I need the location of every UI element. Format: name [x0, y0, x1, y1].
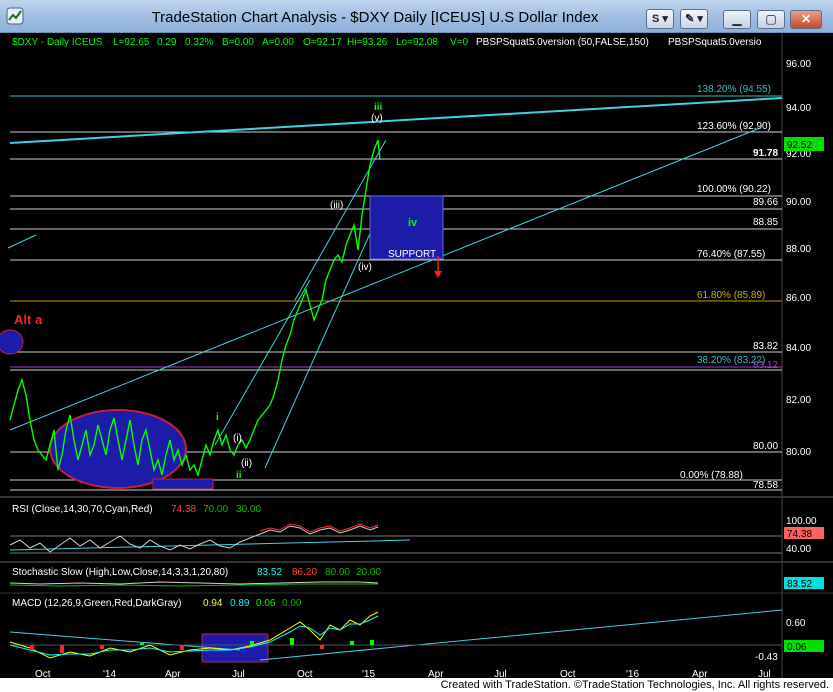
header-last: L=92.65 — [113, 37, 150, 48]
window-title: TradeStation Chart Analysis - $DXY Daily… — [151, 9, 599, 26]
wave-label-i-paren: (i) — [233, 433, 242, 444]
copyright-footer: Created with TradeStation. ©TradeStation… — [0, 678, 833, 692]
alt-a-marker — [0, 329, 24, 355]
header-pct: 0.32% — [185, 37, 213, 48]
header-open: O=92.17 — [303, 37, 342, 48]
macd-tick: 0.60 — [786, 618, 806, 629]
level-label: 78.58 — [753, 480, 778, 491]
fib-label-61: 61.80% (85.89) — [697, 290, 765, 301]
header-ask: A=0.00 — [262, 37, 294, 48]
macd-signal: 0.89 — [230, 598, 250, 609]
low-box — [152, 478, 214, 490]
chart-tools-button[interactable]: ✎ ▾ — [680, 9, 708, 29]
wave-label-alt-a: Alt a — [14, 312, 43, 327]
fib-label-123: 123.60% (92.90) — [697, 121, 771, 132]
price-tick: 80.00 — [786, 447, 811, 458]
time-tick: Oct — [560, 669, 576, 678]
price-chart[interactable]: $DXY - Daily ICEUS L=92.65 0.29 0.32% B=… — [0, 33, 833, 678]
wave-label-iv-paren: (iv) — [358, 262, 372, 273]
time-tick: Oct — [297, 669, 313, 678]
level-label: 89.66 — [753, 197, 778, 208]
time-tick: '15 — [362, 669, 375, 678]
stoch-k: 83.52 — [257, 567, 282, 578]
wave-label-iii-paren: (iii) — [330, 200, 343, 211]
footer-text: Created with TradeStation. ©TradeStation… — [440, 679, 829, 691]
last-price-label: 92.52 — [787, 140, 812, 151]
fib-label-76: 76.40% (87.55) — [697, 249, 765, 260]
stoch-upper: 80.00 — [325, 567, 350, 578]
wave-label-i: i — [216, 412, 219, 423]
time-tick: Oct — [35, 669, 51, 678]
level-label: 91.78 — [753, 148, 778, 159]
time-tick: Apr — [428, 669, 444, 678]
close-button[interactable]: ✕ — [790, 10, 822, 29]
level-label: 80.00 — [753, 441, 778, 452]
macd-current: 0.06 — [787, 642, 807, 653]
wave-label-ii-paren: (ii) — [241, 458, 252, 469]
price-tick: 82.00 — [786, 395, 811, 406]
price-tick: 84.00 — [786, 343, 811, 354]
rsi-oversold: 30.00 — [236, 504, 261, 515]
rsi-overbought: 70.00 — [203, 504, 228, 515]
header-low: Lo=92.08 — [396, 37, 438, 48]
header-indicator-1: PBSPSquat5.0version (50,FALSE,150) — [476, 37, 649, 48]
wave-label-iv: iv — [408, 217, 418, 229]
time-tick: Jul — [758, 669, 771, 678]
wave-label-ii: ii — [236, 470, 242, 481]
macd-hist: 0.06 — [256, 598, 276, 609]
fib-label-100: 100.00% (90.22) — [697, 184, 771, 195]
fib-label-138: 138.20% (94.55) — [697, 84, 771, 95]
fib-label-0: 0.00% (78.88) — [680, 470, 743, 481]
header-vol: V=0 — [450, 37, 469, 48]
price-tick: 96.00 — [786, 59, 811, 70]
stoch-d: 86.20 — [292, 567, 317, 578]
time-tick: Apr — [692, 669, 708, 678]
header-high: Hi=93.26 — [347, 37, 388, 48]
price-tick: 88.00 — [786, 244, 811, 255]
macd-value: 0.94 — [203, 598, 223, 609]
stoch-lower: 20.00 — [356, 567, 381, 578]
stoch-current: 83.52 — [787, 579, 812, 590]
rsi-tick: 40.00 — [786, 544, 811, 555]
minimize-button[interactable]: ▁ — [723, 10, 751, 29]
time-tick: '16 — [626, 669, 639, 678]
price-tick: 86.00 — [786, 293, 811, 304]
time-tick: Jul — [232, 669, 245, 678]
title-bar: TradeStation Chart Analysis - $DXY Daily… — [0, 0, 833, 33]
maximize-button[interactable]: ▢ — [757, 10, 785, 29]
stoch-label: Stochastic Slow (High,Low,Close,14,3,3,1… — [12, 567, 228, 578]
rsi-current: 74.38 — [787, 529, 812, 540]
header-symbol: $DXY - Daily ICEUS — [12, 37, 103, 48]
support-label: SUPPORT — [388, 249, 436, 260]
wave-label-v: (v) — [371, 113, 383, 124]
macd-tick: -0.43 — [755, 652, 778, 663]
macd-label: MACD (12,26,9,Green,Red,DarkGray) — [12, 598, 182, 609]
level-label: 88.85 — [753, 217, 778, 228]
wrench-icon: ✎ — [685, 13, 695, 25]
level-label: 83.82 — [753, 341, 778, 352]
symbol-link-button[interactable]: S ▾ — [646, 9, 674, 29]
header-change: 0.29 — [157, 37, 177, 48]
rsi-tick: 100.00 — [786, 516, 817, 527]
rsi-value: 74.38 — [171, 504, 196, 515]
time-tick: Apr — [165, 669, 181, 678]
rsi-label: RSI (Close,14,30,70,Cyan,Red) — [12, 504, 153, 515]
level-label: 83.12 — [753, 360, 778, 371]
header-bid: B=0.00 — [222, 37, 254, 48]
wave-label-iii: iii — [374, 102, 383, 113]
macd-zero: 0.00 — [282, 598, 302, 609]
header-indicator-2: PBSPSquat5.0versio — [668, 37, 762, 48]
time-tick: Jul — [494, 669, 507, 678]
time-tick: '14 — [103, 669, 116, 678]
symbol-link-label: S — [652, 13, 660, 25]
price-tick: 90.00 — [786, 197, 811, 208]
price-tick: 94.00 — [786, 103, 811, 114]
